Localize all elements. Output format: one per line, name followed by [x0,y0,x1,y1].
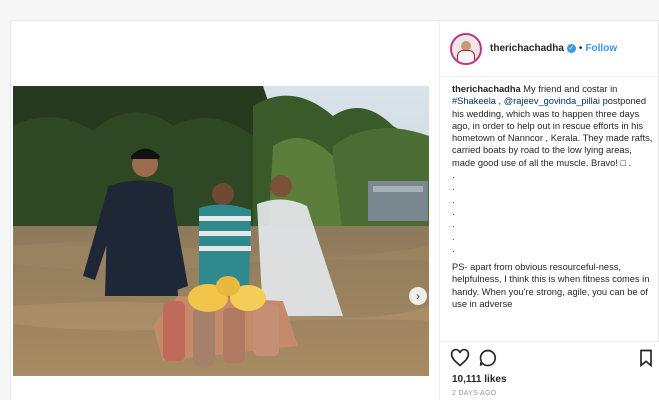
hashtag-link[interactable]: #Shakeela [452,96,496,106]
caption-dot: . [452,231,455,242]
caption-dots: . . . . . . . [452,169,656,255]
post-caption: therichachadha My friend and costar in #… [452,83,656,358]
avatar-body [457,49,475,63]
heart-icon [450,348,470,367]
avatar[interactable] [450,32,482,65]
post-header: therichachadha ✓ • Follow [440,21,659,77]
header-separator: • [578,43,583,54]
next-photo-button[interactable]: › [409,287,427,305]
likes-count[interactable]: 10,111 likes [452,374,507,385]
header-username[interactable]: therichachadha [490,43,564,54]
save-button[interactable] [636,348,656,368]
post-media: › [11,21,439,400]
caption-dot: . [452,170,455,181]
follow-button[interactable]: Follow [585,43,617,54]
post-photo[interactable]: › [13,86,429,376]
chevron-right-icon: › [416,289,420,303]
caption-dot: . [452,206,455,217]
caption-dot: . [452,219,455,230]
caption-dot: . [452,182,455,193]
caption-sep: , [495,96,504,107]
caption-dot: . [452,243,455,254]
caption-dot: . [452,194,455,205]
caption-ps: PS- apart from obvious resourceful-ness,… [452,262,650,310]
post-sidebar: therichachadha ✓ • Follow therichachadha… [439,21,659,400]
verified-badge-icon: ✓ [566,44,576,53]
caption-body: postponed his wedding, which was to happ… [452,96,653,168]
like-button[interactable] [450,348,470,368]
post-actions: 10,111 likes 2 DAYS AGO [440,341,659,400]
comment-icon [479,349,497,367]
post-card: › therichachadha ✓ • Follow therichachad… [10,20,659,400]
post-timestamp: 2 DAYS AGO [452,390,497,397]
flood-rescue-photo [13,86,429,376]
caption-intro: My friend and costar in [520,84,618,94]
instagram-post-page: › therichachadha ✓ • Follow therichachad… [0,0,659,400]
mention-link[interactable]: @rajeev_govinda_pillai [504,96,600,106]
bookmark-icon [640,349,652,368]
comment-button[interactable] [478,348,498,368]
caption-username[interactable]: therichachadha [452,84,521,94]
